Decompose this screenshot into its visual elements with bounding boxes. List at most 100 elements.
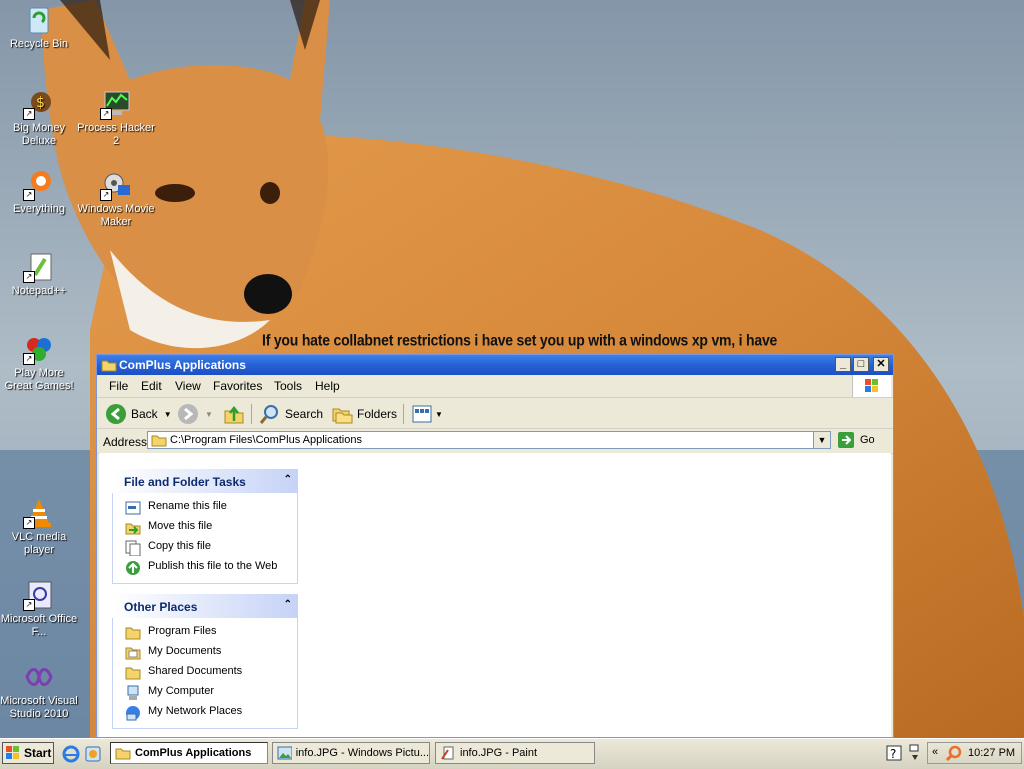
place-program-files[interactable]: Program Files	[113, 622, 297, 642]
desktop-icon-visual-studio[interactable]: Microsoft Visual Studio 2010	[0, 661, 78, 721]
ie-quicklaunch-icon[interactable]	[62, 745, 80, 766]
desktop-icon-label: Process Hacker 2	[77, 122, 155, 147]
folder-content-area[interactable]: File and Folder Tasks ⌃ Rename this file…	[99, 453, 891, 737]
close-button[interactable]: ✕	[873, 357, 889, 372]
panel-header[interactable]: File and Folder Tasks ⌃	[112, 469, 298, 493]
everything-icon: ↗	[23, 169, 55, 201]
games-icon: ↗	[23, 333, 55, 365]
shortcut-arrow-icon: ↗	[100, 108, 112, 120]
desktop-icon-big-money[interactable]: $ ↗ Big Money Deluxe	[0, 88, 78, 148]
menu-view[interactable]: View	[175, 379, 201, 393]
task-label: Rename this file	[148, 500, 227, 512]
desktop-icon-label: Recycle Bin	[9, 38, 69, 50]
desktop-icon-vlc[interactable]: ↗ VLC media player	[0, 497, 78, 557]
desktop-icon-notepad-plus[interactable]: ↗ Notepad++	[0, 251, 78, 298]
task-copy[interactable]: Copy this file	[113, 537, 297, 557]
taskbar-button-paint[interactable]: info.JPG - Paint	[435, 742, 595, 764]
other-places-panel: Other Places ⌃ Program Files My Document…	[112, 594, 298, 729]
desktop-icon-games[interactable]: ↗ Play More Great Games!	[0, 333, 78, 393]
show-desktop-quicklaunch-icon[interactable]	[84, 745, 102, 766]
search-button[interactable]: Search	[259, 403, 323, 425]
system-tray: « 10:27 PM	[927, 742, 1022, 764]
menu-favorites[interactable]: Favorites	[213, 379, 262, 393]
folder-icon	[125, 627, 141, 640]
svg-text:?: ?	[890, 747, 896, 761]
taskbar-button-label: info.JPG - Windows Pictu...	[295, 747, 429, 759]
collapse-chevron-icon[interactable]: ⌃	[284, 599, 292, 610]
shortcut-arrow-icon: ↗	[100, 189, 112, 201]
search-icon	[259, 405, 278, 424]
address-path: C:\Program Files\ComPlus Applications	[170, 434, 362, 446]
start-label: Start	[24, 746, 52, 760]
desktop-icon-label: VLC media player	[11, 531, 67, 556]
desktop-icon-recycle-bin[interactable]: Recycle Bin	[0, 4, 78, 51]
task-label: Copy this file	[148, 540, 211, 552]
window-title: ComPlus Applications	[119, 358, 246, 372]
place-my-computer[interactable]: My Computer	[113, 682, 297, 702]
address-dropdown-icon[interactable]: ▼	[813, 432, 830, 448]
window-titlebar[interactable]: ComPlus Applications _ □ ✕	[97, 355, 893, 375]
process-hacker-icon: ↗	[100, 88, 132, 120]
my-documents-icon	[125, 647, 141, 660]
folder-icon	[101, 358, 117, 375]
task-label: Publish this file to the Web	[148, 560, 278, 572]
clock[interactable]: 10:27 PM	[968, 747, 1015, 759]
panel-header[interactable]: Other Places ⌃	[112, 594, 298, 618]
views-button[interactable]: ▼	[411, 403, 443, 425]
desktop-icon-label: Everything	[13, 203, 65, 215]
address-bar: Address C:\Program Files\ComPlus Applica…	[97, 429, 893, 454]
menu-edit[interactable]: Edit	[141, 379, 162, 393]
shortcut-arrow-icon: ↗	[23, 353, 35, 365]
explorer-window[interactable]: ComPlus Applications _ □ ✕ File Edit Vie…	[96, 354, 894, 738]
start-button[interactable]: Start	[2, 742, 54, 764]
taskbar: Start ComPlus Applications info.JPG - Wi…	[0, 738, 1024, 769]
taskbar-button-complus[interactable]: ComPlus Applications	[110, 742, 268, 764]
help-tray-icon[interactable]: ?	[886, 745, 902, 764]
taskbar-button-label: ComPlus Applications	[135, 747, 252, 759]
svg-text:$: $	[36, 95, 45, 111]
network-tray-icon[interactable]	[908, 743, 922, 766]
address-input[interactable]: C:\Program Files\ComPlus Applications ▼	[147, 431, 831, 449]
shortcut-arrow-icon: ↗	[23, 599, 35, 611]
maximize-button[interactable]: □	[853, 357, 869, 372]
visual-studio-icon	[23, 661, 55, 693]
go-button[interactable]: Go	[837, 431, 875, 449]
collapse-chevron-icon[interactable]: ⌃	[284, 474, 292, 485]
place-network[interactable]: My Network Places	[113, 702, 297, 722]
toolbar-separator	[403, 404, 404, 424]
place-label: Program Files	[148, 625, 217, 637]
toolbar-separator	[251, 404, 252, 424]
show-hidden-icons-button[interactable]: «	[932, 746, 938, 758]
menu-tools[interactable]: Tools	[274, 379, 302, 393]
taskbar-button-picture-viewer[interactable]: info.JPG - Windows Pictu...	[272, 742, 430, 764]
place-my-documents[interactable]: My Documents	[113, 642, 297, 662]
my-computer-icon	[127, 685, 139, 700]
menu-help[interactable]: Help	[315, 379, 340, 393]
desktop-icon-movie-maker[interactable]: ↗ Windows Movie Maker	[77, 169, 155, 229]
folders-button[interactable]: Folders	[331, 403, 397, 425]
task-publish[interactable]: Publish this file to the Web	[113, 557, 297, 577]
back-dropdown-icon[interactable]: ▼	[164, 410, 172, 419]
menu-bar: File Edit View Favorites Tools Help	[97, 375, 893, 398]
menu-file[interactable]: File	[109, 379, 128, 393]
task-rename[interactable]: Rename this file	[113, 497, 297, 517]
back-button[interactable]: Back ▼	[105, 403, 172, 425]
folders-icon	[332, 408, 353, 424]
task-move[interactable]: Move this file	[113, 517, 297, 537]
place-shared-documents[interactable]: Shared Documents	[113, 662, 297, 682]
up-folder-button[interactable]	[223, 403, 245, 425]
desktop-icon-office[interactable]: ↗ Microsoft Office F...	[0, 579, 78, 639]
desktop-icon-everything[interactable]: ↗ Everything	[0, 169, 78, 216]
desktop-icon-label: Microsoft Visual Studio 2010	[0, 695, 78, 720]
publish-web-icon	[126, 561, 140, 575]
shortcut-arrow-icon: ↗	[23, 108, 35, 120]
desktop-icon-process-hacker[interactable]: ↗ Process Hacker 2	[77, 88, 155, 148]
shortcut-arrow-icon: ↗	[23, 189, 35, 201]
desktop-icon-label: Notepad++	[11, 285, 67, 297]
move-icon	[125, 523, 141, 535]
forward-dropdown-icon[interactable]: ▼	[205, 410, 213, 419]
minimize-button[interactable]: _	[835, 357, 851, 372]
search-tray-icon[interactable]	[945, 745, 962, 764]
views-dropdown-icon[interactable]: ▼	[435, 410, 443, 419]
forward-button[interactable]: ▼	[177, 403, 213, 425]
